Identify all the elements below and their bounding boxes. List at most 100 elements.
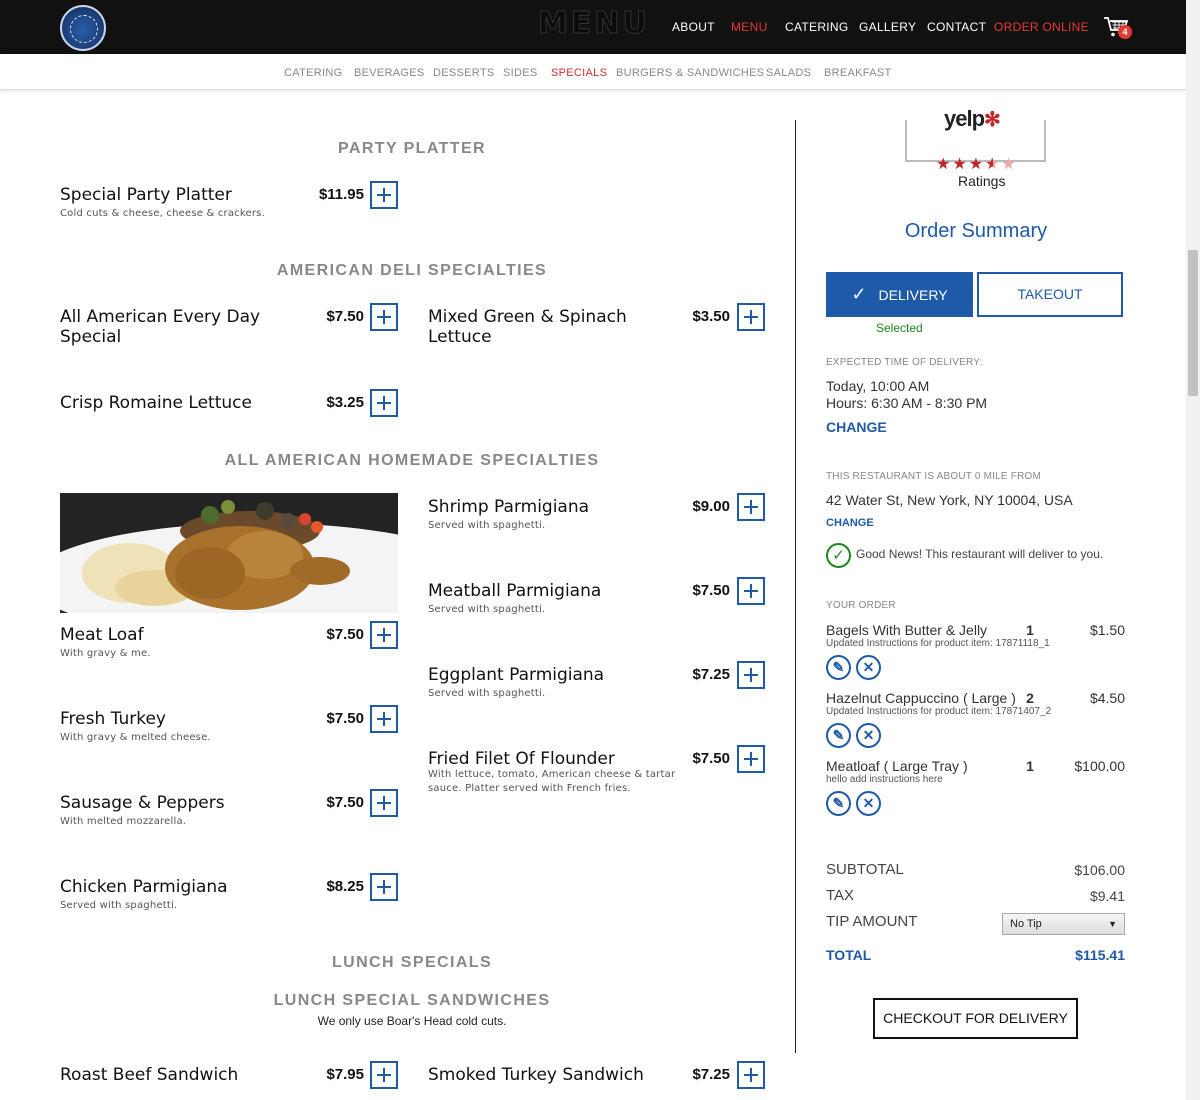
- add-to-order-button[interactable]: [737, 661, 765, 689]
- add-to-order-button[interactable]: [370, 789, 398, 817]
- item-description: With melted mozzarella.: [60, 816, 187, 827]
- distance-label: THIS RESTAURANT IS ABOUT 0 MILE FROM: [826, 471, 1042, 482]
- selected-label: Selected: [876, 321, 923, 335]
- item-price: $7.50: [692, 582, 730, 599]
- add-to-order-button[interactable]: [370, 181, 398, 209]
- item-description: Served with spaghetti.: [428, 520, 546, 531]
- cat-salads[interactable]: SALADS: [766, 67, 811, 79]
- tip-label: TIP AMOUNT: [826, 913, 918, 930]
- item-name[interactable]: Roast Beef Sandwich: [60, 1065, 238, 1085]
- edit-icon[interactable]: ✎: [826, 723, 851, 748]
- tax-label: TAX: [826, 887, 855, 904]
- dropdown-arrow-icon: ▼: [1108, 919, 1117, 929]
- order-item-price: $100.00: [1074, 758, 1125, 774]
- item-name[interactable]: All American Every Day Special: [60, 307, 290, 347]
- item-price: $3.50: [692, 308, 730, 325]
- item-name[interactable]: Mixed Green & Spinach Lettuce: [428, 307, 638, 347]
- order-item-price: $4.50: [1089, 690, 1125, 706]
- add-to-order-button[interactable]: [737, 577, 765, 605]
- nav-menu[interactable]: MENU: [731, 20, 768, 34]
- item-description: With lettuce, tomato, American cheese & …: [428, 769, 676, 794]
- remove-icon[interactable]: ✕: [856, 791, 881, 816]
- order-item-qty: 1: [1026, 622, 1034, 638]
- item-description: With gravy & me.: [60, 648, 151, 659]
- checkmark-circle-icon: ✓: [826, 543, 851, 568]
- page-scrollbar[interactable]: [1186, 0, 1200, 1100]
- add-to-order-button[interactable]: [370, 705, 398, 733]
- add-to-order-button[interactable]: [370, 873, 398, 901]
- hours-value: Hours: 6:30 AM - 8:30 PM: [826, 395, 988, 411]
- order-item-qty: 2: [1026, 690, 1034, 706]
- subtotal-value: $106.00: [1074, 862, 1125, 878]
- item-name[interactable]: Special Party Platter: [60, 185, 232, 205]
- add-to-order-button[interactable]: [370, 621, 398, 649]
- item-price: $9.00: [692, 498, 730, 515]
- your-order-label: YOUR ORDER: [826, 600, 896, 611]
- checkout-button[interactable]: CHECKOUT FOR DELIVERY: [873, 998, 1078, 1039]
- change-address-link[interactable]: CHANGE: [826, 517, 874, 529]
- add-to-order-button[interactable]: [737, 745, 765, 773]
- expected-time-value: Today, 10:00 AM: [826, 378, 930, 394]
- add-to-order-button[interactable]: [370, 1061, 398, 1089]
- item-price: $8.25: [326, 878, 364, 895]
- item-price: $7.50: [326, 626, 364, 643]
- item-price: $11.95: [318, 186, 364, 203]
- subtotal-label: SUBTOTAL: [826, 861, 904, 878]
- section-heading-lunch: LUNCH SPECIALS: [331, 954, 493, 971]
- section-heading-homemade: ALL AMERICAN HOMEMADE SPECIALTIES: [224, 452, 600, 469]
- order-item-price: $1.50: [1089, 622, 1125, 638]
- tip-select[interactable]: No Tip ▼: [1002, 913, 1125, 935]
- order-item-name: Hazelnut Cappuccino ( Large ): [826, 690, 1016, 706]
- add-to-order-button[interactable]: [737, 303, 765, 331]
- remove-icon[interactable]: ✕: [856, 723, 881, 748]
- category-nav: CATERING BEVERAGES DESSERTS SIDES SPECIA…: [0, 54, 1186, 90]
- item-name[interactable]: Fried Filet Of Flounder: [428, 749, 615, 769]
- item-name[interactable]: Meatball Parmigiana: [428, 581, 601, 601]
- cat-desserts[interactable]: DESSERTS: [433, 67, 495, 79]
- item-description: Cold cuts & cheese, cheese & crackers.: [60, 208, 265, 219]
- cat-breakfast[interactable]: BREAKFAST: [824, 67, 892, 79]
- item-name[interactable]: Meat Loaf: [60, 625, 144, 645]
- item-name[interactable]: Crisp Romaine Lettuce: [60, 393, 252, 413]
- cat-beverages[interactable]: BEVERAGES: [354, 67, 425, 79]
- change-time-link[interactable]: CHANGE: [826, 419, 887, 435]
- scrollbar-thumb[interactable]: [1188, 250, 1198, 396]
- item-name[interactable]: Shrimp Parmigiana: [428, 497, 589, 517]
- add-to-order-button[interactable]: [370, 389, 398, 417]
- order-item-name: Bagels With Butter & Jelly: [826, 622, 988, 638]
- item-name[interactable]: Sausage & Peppers: [60, 793, 225, 813]
- tax-value: $9.41: [1089, 888, 1125, 904]
- nav-catering[interactable]: CATERING: [785, 20, 849, 34]
- section-heading-party: PARTY PLATTER: [338, 140, 486, 157]
- edit-icon[interactable]: ✎: [826, 655, 851, 680]
- cart-count-badge: 4: [1118, 25, 1132, 39]
- nav-about[interactable]: ABOUT: [672, 20, 715, 34]
- item-name[interactable]: Chicken Parmigiana: [60, 877, 228, 897]
- nav-gallery[interactable]: GALLERY: [859, 20, 916, 34]
- order-summary-title: Order Summary: [904, 220, 1048, 242]
- section-heading-deli: AMERICAN DELI SPECIALTIES: [276, 262, 548, 279]
- item-price: $7.25: [692, 1066, 730, 1083]
- item-name[interactable]: Smoked Turkey Sandwich: [428, 1065, 644, 1085]
- add-to-order-button[interactable]: [737, 1061, 765, 1089]
- edit-icon[interactable]: ✎: [826, 791, 851, 816]
- section-note: We only use Boar's Head cold cuts.: [317, 1014, 507, 1028]
- delivery-button[interactable]: ✓ DELIVERY: [826, 272, 973, 317]
- cat-specials[interactable]: SPECIALS: [551, 67, 607, 79]
- cat-catering[interactable]: CATERING: [284, 67, 342, 79]
- restaurant-logo[interactable]: [60, 5, 106, 51]
- item-name[interactable]: Eggplant Parmigiana: [428, 665, 604, 685]
- cat-sides[interactable]: SIDES: [503, 67, 538, 79]
- expected-time-label: EXPECTED TIME OF DELIVERY:: [826, 357, 983, 368]
- item-price: $7.50: [326, 308, 364, 325]
- add-to-order-button[interactable]: [370, 303, 398, 331]
- remove-icon[interactable]: ✕: [856, 655, 881, 680]
- nav-contact[interactable]: CONTACT: [927, 20, 986, 34]
- star-rating-icon: ★★★★★: [936, 156, 1018, 173]
- takeout-button[interactable]: TAKEOUT: [977, 272, 1123, 317]
- add-to-order-button[interactable]: [737, 493, 765, 521]
- cat-burgers-sandwiches[interactable]: BURGERS & SANDWICHES: [616, 67, 764, 79]
- nav-order-online[interactable]: ORDER ONLINE: [994, 20, 1089, 34]
- order-item-qty: 1: [1026, 758, 1034, 774]
- item-name[interactable]: Fresh Turkey: [60, 709, 166, 729]
